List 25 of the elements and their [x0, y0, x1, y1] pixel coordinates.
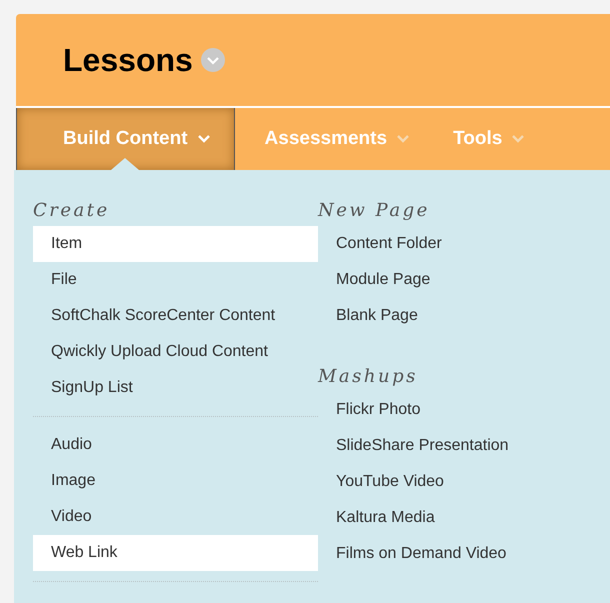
menu-item[interactable]: YouTube Video: [318, 464, 608, 500]
menu-item[interactable]: Item: [33, 226, 318, 262]
chevron-down-icon: [512, 134, 524, 144]
menu-item[interactable]: Video: [33, 499, 318, 535]
chevron-down-icon: [198, 134, 210, 144]
menu-item[interactable]: Qwickly Upload Cloud Content: [33, 334, 318, 370]
section-heading: Create: [33, 199, 111, 223]
chevron-down-icon: [397, 134, 410, 144]
menu-item[interactable]: Module Page: [318, 262, 608, 298]
section-heading: New Page: [318, 199, 431, 223]
section-heading: Mashups: [318, 365, 419, 389]
menu-item[interactable]: Films on Demand Video: [318, 536, 608, 572]
menu-item[interactable]: Blank Page: [318, 298, 608, 334]
menu-item[interactable]: SlideShare Presentation: [318, 428, 608, 464]
menu-item[interactable]: SignUp List: [33, 370, 318, 406]
menu-item[interactable]: SoftChalk ScoreCenter Content: [33, 298, 318, 334]
page-title: Lessons: [63, 42, 193, 78]
menu-item[interactable]: Web Link: [33, 535, 318, 571]
menu-item[interactable]: Image: [33, 463, 318, 499]
menu-item[interactable]: Flickr Photo: [318, 392, 608, 428]
menu-item[interactable]: Content Folder: [318, 226, 608, 262]
menu-item[interactable]: Audio: [33, 427, 318, 463]
menu-item[interactable]: File: [33, 262, 318, 298]
menu-item[interactable]: Kaltura Media: [318, 500, 608, 536]
chevron-circle-icon[interactable]: [200, 48, 225, 72]
